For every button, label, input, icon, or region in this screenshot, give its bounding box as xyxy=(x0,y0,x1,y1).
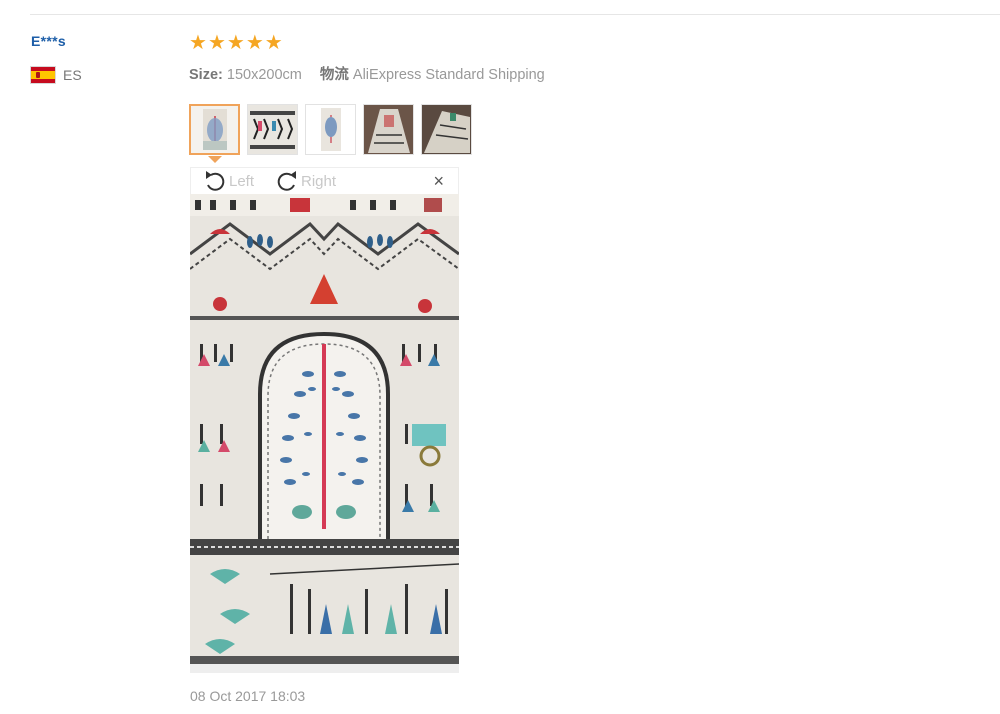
photo-thumbnails xyxy=(189,104,472,155)
logistics-label: 物流 xyxy=(319,67,349,83)
rotate-left-icon xyxy=(206,171,225,191)
close-icon[interactable]: × xyxy=(433,171,444,191)
order-info: Size: 150x200cm 物流 AliExpress Standard S… xyxy=(189,63,545,84)
rotate-right-icon xyxy=(277,171,296,191)
review-page: E***s ES ★ ★ ★ ★ ★ Size: 150x200cm 物流 Al… xyxy=(0,0,1000,714)
image-viewer-toolbar: Left Right × xyxy=(190,167,459,194)
star-icon: ★ xyxy=(226,32,245,54)
divider xyxy=(30,14,1000,15)
rotate-right-button[interactable]: Right xyxy=(275,170,336,192)
star-icon: ★ xyxy=(264,32,283,54)
country-code: ES xyxy=(63,67,82,83)
rotate-left-label: Left xyxy=(229,172,255,190)
review-date: 08 Oct 2017 18:03 xyxy=(190,688,306,704)
photo-thumbnail-2[interactable] xyxy=(247,104,298,155)
spain-flag-icon xyxy=(30,66,56,84)
enlarged-review-photo xyxy=(190,194,459,673)
star-rating: ★ ★ ★ ★ ★ xyxy=(189,33,283,53)
size-value: 150x200cm xyxy=(226,67,302,83)
rotate-left-button[interactable]: Left xyxy=(203,170,254,192)
photo-thumbnail-4[interactable] xyxy=(363,104,414,155)
rotate-right-label: Right xyxy=(301,172,337,190)
reviewer-country: ES xyxy=(30,66,82,84)
size-label: Size: xyxy=(189,67,223,83)
logistics-value: AliExpress Standard Shipping xyxy=(352,67,545,83)
star-icon: ★ xyxy=(189,32,207,54)
photo-thumbnail-3[interactable] xyxy=(305,104,356,155)
photo-thumbnail-5[interactable] xyxy=(421,104,472,155)
star-icon: ★ xyxy=(245,32,264,54)
photo-thumbnail-1[interactable] xyxy=(189,104,240,155)
reviewer-name: E***s xyxy=(31,33,66,49)
active-thumbnail-pointer xyxy=(208,156,222,163)
star-icon: ★ xyxy=(207,32,226,54)
